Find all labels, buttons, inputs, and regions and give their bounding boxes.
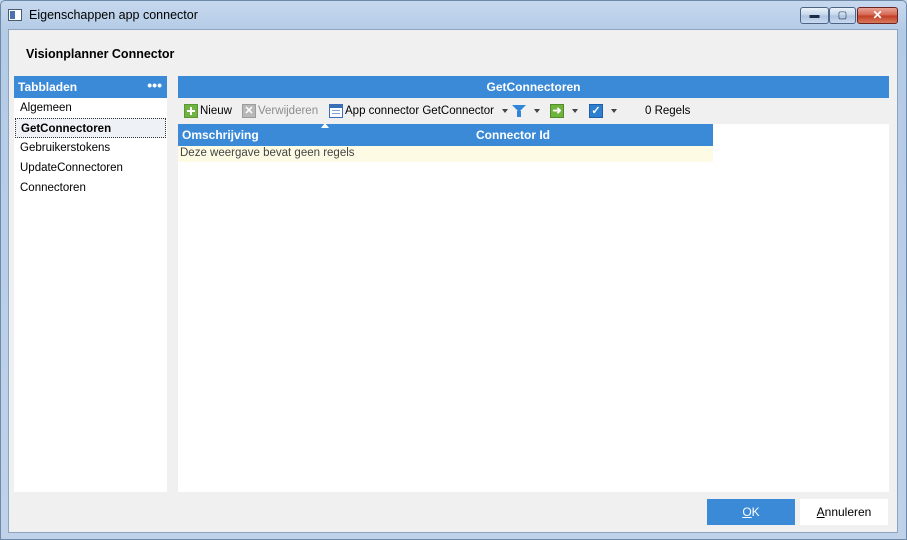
tab-getconnectoren[interactable]: GetConnectoren	[15, 118, 166, 138]
column-header-omschrijving[interactable]: Omschrijving	[182, 128, 259, 142]
new-button[interactable]: Nieuw	[184, 103, 232, 119]
ok-button-accesskey: O	[742, 505, 752, 519]
sort-ascending-icon	[321, 123, 329, 128]
select-dropdown[interactable]: ✓	[589, 103, 617, 119]
tab-updateconnectoren[interactable]: UpdateConnectoren	[14, 158, 167, 178]
checkmark-icon: ✓	[589, 104, 603, 118]
filter-dropdown[interactable]	[512, 103, 540, 119]
title-bar[interactable]: Eigenschappen app connector ▬ ▢ ✕	[1, 1, 906, 29]
more-options-icon[interactable]: •••	[147, 77, 162, 93]
chevron-down-icon	[572, 109, 578, 113]
close-button[interactable]: ✕	[857, 7, 898, 24]
empty-grid-message: Deze weergave bevat geen regels	[178, 146, 713, 162]
filter-icon	[512, 104, 526, 118]
tab-algemeen[interactable]: Algemeen	[14, 98, 167, 118]
cancel-button-accesskey: A	[816, 505, 825, 519]
tabs-panel-title: Tabbladen	[18, 80, 78, 94]
data-grid[interactable]: Omschrijving Connector Id Deze weergave …	[178, 123, 889, 492]
export-arrow-icon: ➜	[550, 104, 564, 118]
ok-button-label: K	[751, 505, 760, 519]
maximize-button[interactable]: ▢	[829, 7, 856, 24]
window-title: Eigenschappen app connector	[29, 8, 198, 22]
new-button-label: Nieuw	[200, 105, 232, 117]
export-dropdown[interactable]: ➜	[550, 103, 578, 119]
minimize-button[interactable]: ▬	[800, 7, 829, 24]
tabs-panel-header: Tabbladen •••	[14, 76, 167, 98]
view-selector-label: App connector GetConnector	[345, 105, 494, 117]
grid-view-icon	[329, 104, 343, 118]
window-app-icon	[8, 9, 22, 21]
tab-connectoren[interactable]: Connectoren	[14, 178, 167, 198]
grid-header-row: Omschrijving Connector Id	[178, 123, 713, 146]
delete-button[interactable]: ✕ Verwijderen	[242, 103, 318, 119]
column-header-connector-id[interactable]: Connector Id	[476, 128, 550, 142]
tabs-panel: Tabbladen ••• Algemeen GetConnectoren Ge…	[14, 76, 167, 492]
connector-name-label: Visionplanner Connector	[26, 47, 175, 61]
tab-gebruikerstokens[interactable]: Gebruikerstokens	[14, 138, 167, 158]
ok-button[interactable]: OK	[707, 499, 795, 525]
view-selector-dropdown[interactable]: App connector GetConnector	[329, 103, 508, 119]
cancel-button-label: nnuleren	[824, 505, 872, 519]
record-count: 0 Regels	[645, 105, 691, 117]
delete-icon: ✕	[242, 104, 256, 118]
plus-icon	[184, 104, 198, 118]
chevron-down-icon	[611, 109, 617, 113]
delete-button-label: Verwijderen	[258, 105, 319, 117]
content-title: GetConnectoren	[178, 76, 889, 98]
cancel-button[interactable]: Annuleren	[800, 499, 888, 525]
chevron-down-icon	[534, 109, 540, 113]
dialog-client-area: Visionplanner Connector Tabbladen ••• Al…	[8, 29, 898, 533]
chevron-down-icon	[501, 109, 508, 113]
content-panel: GetConnectoren Nieuw ✕ Verwijderen App c…	[178, 76, 889, 492]
toolbar: Nieuw ✕ Verwijderen App connector GetCon…	[178, 98, 889, 124]
app-window: Eigenschappen app connector ▬ ▢ ✕ Vision…	[0, 0, 907, 540]
